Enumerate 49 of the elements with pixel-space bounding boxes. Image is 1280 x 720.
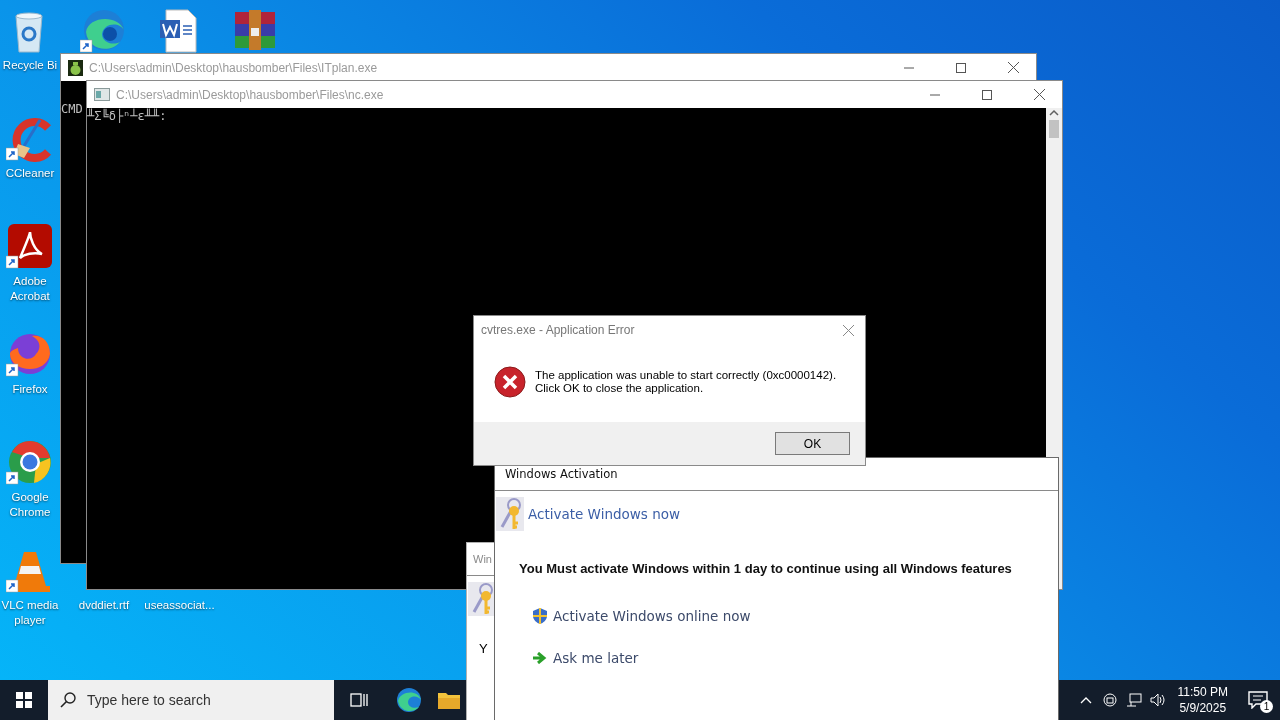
keys-icon — [468, 582, 496, 616]
dialog-title: cvtres.exe - Application Error — [481, 323, 636, 337]
window-title: C:\Users\admin\Desktop\hausbomber\Files\ITplan.exe — [89, 60, 379, 75]
error-message: The application was unable to start correctly (0xc0000142). — [535, 369, 837, 382]
console-icon — [94, 88, 110, 101]
window-title: Windows Activation — [505, 467, 618, 481]
error-message: Click OK to close the application. — [535, 382, 705, 395]
desktop-icon[interactable]: Google Chrome — [0, 434, 60, 542]
activation-option-link[interactable]: Ask me later — [533, 650, 1058, 666]
shield-icon — [533, 608, 547, 624]
swirl-taskbar-icon[interactable] — [396, 687, 422, 713]
volume-icon[interactable] — [1149, 693, 1166, 707]
window-title: Win — [473, 553, 493, 565]
close-icon[interactable] — [1007, 62, 1019, 73]
ok-button[interactable]: OK — [775, 432, 850, 455]
window-title: C:\Users\admin\Desktop\hausbomber\Files\nc.exe — [116, 87, 385, 102]
activation-message: You Must activate Windows within 1 day to continue using all Windows features — [519, 561, 1012, 576]
desktop-icon-label[interactable]: useassociat... — [141, 598, 218, 613]
desktop-icon[interactable]: Adobe Acrobat — [0, 218, 60, 326]
search-field[interactable]: Type here to search — [48, 680, 334, 720]
activation-text: Y — [479, 642, 488, 655]
notification-badge: 1 — [1260, 700, 1273, 713]
console-text: CMD — [61, 101, 83, 117]
maximize-icon[interactable] — [982, 89, 992, 100]
console-text: ╨Σ╚δ├ⁿ┴ε╨╨: — [87, 108, 167, 124]
search-icon — [60, 692, 76, 708]
windows-start-icon[interactable] — [16, 692, 32, 708]
clock[interactable]: 11:50 PM 5/9/2025 — [1169, 684, 1236, 716]
activation-heading: Activate Windows now — [528, 506, 681, 522]
desktop-icon[interactable]: CCleaner — [0, 110, 60, 218]
desktop-icon[interactable]: VLC media player — [0, 542, 60, 650]
caret-up-icon[interactable] — [1079, 696, 1092, 704]
desktop-icon[interactable]: Recycle Bi — [0, 2, 60, 110]
scroll-thumb[interactable] — [1049, 120, 1059, 138]
money-bag-icon — [68, 59, 83, 76]
error-icon — [494, 366, 526, 398]
folder-taskbar-icon[interactable] — [438, 691, 460, 709]
camera-tray-icon[interactable] — [1102, 692, 1117, 708]
network-icon[interactable] — [1125, 693, 1142, 707]
maximize-icon[interactable] — [956, 62, 966, 73]
close-icon[interactable] — [842, 324, 854, 336]
arrow-icon — [533, 652, 547, 664]
keys-icon — [496, 497, 524, 531]
desktop-icon-label[interactable]: dvddiet.rtf — [66, 598, 142, 613]
activation-option-link[interactable]: Activate Windows online now — [533, 608, 1058, 624]
close-icon[interactable] — [1033, 89, 1045, 100]
message-icon[interactable] — [1248, 691, 1268, 709]
desktop-icon[interactable]: Firefox — [0, 326, 60, 434]
task-view-icon[interactable] — [350, 692, 368, 708]
